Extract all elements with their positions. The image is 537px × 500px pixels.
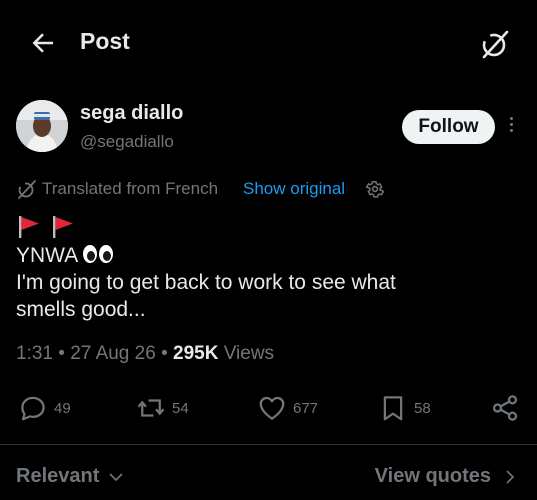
repost-count: 54	[172, 399, 189, 417]
like-button[interactable]: 677	[257, 388, 318, 428]
gear-icon[interactable]	[364, 178, 386, 200]
post-text-ynwa: YNWA	[16, 244, 79, 267]
meta-separator: •	[155, 343, 174, 364]
heart-icon	[259, 396, 285, 420]
replies-toolbar: Relevant View quotes	[0, 460, 537, 496]
grok-button[interactable]	[478, 27, 512, 61]
header: Post	[0, 0, 537, 86]
grok-small-icon	[18, 180, 36, 199]
more-dot-icon	[509, 129, 513, 132]
share-button[interactable]	[490, 388, 520, 428]
views-count: 295K	[173, 343, 219, 364]
sort-dropdown[interactable]: Relevant	[16, 465, 125, 488]
post-text-line-1: YNWA	[16, 242, 521, 269]
reply-button[interactable]: 49	[18, 388, 71, 428]
post-meta: 1:31 • 27 Aug 26 • 295K Views	[16, 343, 274, 365]
grok-icon	[482, 30, 509, 59]
avatar-image	[16, 100, 68, 152]
translated-label: Translated from French	[42, 179, 219, 198]
show-original-link[interactable]: Show original	[243, 179, 345, 199]
bookmark-button[interactable]: 58	[378, 388, 431, 428]
post-text-line-2: I'm going to get back to work to see wha…	[16, 271, 396, 294]
more-dot-icon	[509, 117, 513, 120]
share-icon	[492, 395, 518, 421]
bookmark-icon	[383, 396, 403, 421]
arrow-left-icon	[32, 33, 53, 53]
chevron-right-icon	[506, 469, 515, 484]
author-handle[interactable]: @segadiallo	[80, 132, 174, 152]
avatar[interactable]	[16, 100, 68, 152]
divider	[0, 444, 537, 445]
back-button[interactable]	[28, 28, 58, 58]
red-flag-icon	[53, 216, 74, 238]
post-body: YNWA I'm going to get back to work to se…	[16, 214, 521, 323]
eyes-icon	[83, 245, 114, 263]
like-count: 677	[293, 399, 319, 417]
sort-label: Relevant	[16, 465, 100, 487]
repost-icon	[137, 399, 165, 417]
action-bar: 49 54 677 58	[0, 388, 537, 432]
bookmark-count: 58	[414, 399, 431, 417]
author-display-name[interactable]: sega diallo	[80, 102, 183, 125]
follow-button[interactable]: Follow	[402, 110, 495, 144]
translation-row: Translated from French Show original	[16, 178, 521, 200]
reply-count: 49	[54, 399, 71, 417]
post-time[interactable]: 1:31	[16, 343, 53, 364]
chevron-down-icon	[109, 472, 123, 481]
author-row: sega diallo @segadiallo Follow	[16, 100, 521, 160]
post-text-line-3: smells good...	[16, 298, 146, 321]
meta-separator: •	[52, 343, 71, 364]
page-title: Post	[80, 28, 130, 54]
flag-emoji-row	[16, 214, 521, 242]
view-quotes-label: View quotes	[374, 465, 491, 487]
views-label: Views	[218, 343, 275, 364]
more-dot-icon	[509, 123, 513, 126]
reply-icon	[21, 396, 45, 421]
red-flag-icon	[19, 216, 39, 238]
more-options-button[interactable]	[504, 114, 518, 138]
view-quotes-link[interactable]: View quotes	[375, 465, 519, 488]
repost-button[interactable]: 54	[136, 388, 189, 428]
post-date[interactable]: 27 Aug 26	[70, 343, 156, 364]
